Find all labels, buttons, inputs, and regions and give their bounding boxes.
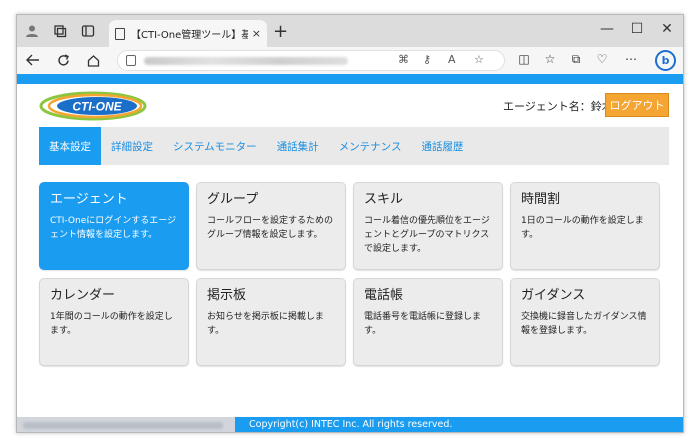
new-tab-button[interactable]: + <box>273 21 288 42</box>
card-title: ガイダンス <box>521 288 586 303</box>
card-description: 電話番号を電話帳に登録します。 <box>364 312 482 336</box>
profile-icon[interactable] <box>23 22 41 40</box>
workspaces-icon[interactable] <box>51 22 69 40</box>
status-bar-url-blurred <box>17 417 235 432</box>
maximize-button[interactable]: ☐ <box>622 21 652 37</box>
collections-icon[interactable]: ⧉ <box>567 52 585 67</box>
home-icon[interactable] <box>83 51 103 69</box>
top-accent-strip <box>17 74 683 84</box>
page-icon <box>115 27 125 40</box>
menu-item-basic-settings[interactable]: 基本設定 <box>39 127 101 165</box>
card-agent[interactable]: エージェント CTI-Oneにログインするエージェント情報を設定します。 <box>39 182 189 270</box>
card-guidance[interactable]: ガイダンス 交換機に録音したガイダンス情報を登録します。 <box>510 278 660 366</box>
card-description: お知らせを掲示板に掲載します。 <box>207 312 324 336</box>
browser-toolbar: ⌘ ⚷ A ☆ ◫ ☆ ⧉ ♡ ⋯ b <box>17 47 683 74</box>
read-aloud-icon[interactable]: A <box>448 53 456 66</box>
logout-button[interactable]: ログアウト <box>605 93 669 117</box>
minimize-button[interactable]: — <box>592 21 622 37</box>
back-icon[interactable] <box>23 51 43 69</box>
card-timetable[interactable]: 時間割 1日のコールの動作を設定します。 <box>510 182 660 270</box>
card-title: 掲示板 <box>207 288 247 303</box>
favorites-icon[interactable]: ☆ <box>541 52 559 66</box>
card-title: 時間割 <box>521 192 561 207</box>
browser-essentials-icon[interactable]: ♡ <box>593 52 611 66</box>
card-skill[interactable]: スキル コール着信の優先順位をエージェントとグループのマトリクスで設定します。 <box>353 182 503 270</box>
web-page: CTI-ONE エージェント名：鈴木 ログアウト 基本設定 詳細設定 システムモ… <box>17 74 683 432</box>
card-title: スキル <box>364 192 404 207</box>
more-menu-icon[interactable]: ⋯ <box>622 52 640 66</box>
reload-icon[interactable] <box>53 51 73 69</box>
tab-title: 【CTI-One管理ツール】基本設定 <box>131 30 248 41</box>
lock-icon[interactable] <box>126 55 136 66</box>
card-title: グループ <box>207 192 259 207</box>
menu-item-advanced-settings[interactable]: 詳細設定 <box>101 127 163 165</box>
card-group[interactable]: グループ コールフローを設定するためのグループ情報を設定します。 <box>196 182 346 270</box>
page-footer: Copyright(c) INTEC Inc. All rights reser… <box>17 417 683 432</box>
key-icon[interactable]: ⚷ <box>423 53 431 66</box>
browser-window: 【CTI-One管理ツール】基本設定 × + — ☐ ✕ ⌘ ⚷ A ☆ ◫ ☆… <box>16 14 684 433</box>
browser-tab-active[interactable]: 【CTI-One管理ツール】基本設定 × <box>109 20 267 47</box>
card-description: コール着信の優先順位をエージェントとグループのマトリクスで設定します。 <box>364 216 490 254</box>
close-window-button[interactable]: ✕ <box>652 21 682 37</box>
address-bar[interactable]: ⌘ ⚷ A ☆ <box>117 50 505 71</box>
menu-item-call-history[interactable]: 通話履歴 <box>411 127 473 165</box>
card-bulletin-board[interactable]: 掲示板 お知らせを掲示板に掲載します。 <box>196 278 346 366</box>
tab-close-icon[interactable]: × <box>252 27 261 40</box>
card-title: カレンダー <box>50 288 116 303</box>
logo-text: CTI-ONE <box>72 100 122 114</box>
card-calendar[interactable]: カレンダー 1年間のコールの動作を設定します。 <box>39 278 189 366</box>
tab-bar: 【CTI-One管理ツール】基本設定 × + — ☐ ✕ <box>17 15 683 47</box>
favorite-star-icon[interactable]: ☆ <box>474 53 484 66</box>
qr-code-icon[interactable]: ⌘ <box>398 53 409 66</box>
url-text-blurred <box>144 57 348 65</box>
card-description: コールフローを設定するためのグループ情報を設定します。 <box>207 216 334 240</box>
card-description: 1年間のコールの動作を設定します。 <box>50 312 173 336</box>
card-description: CTI-Oneにログインするエージェント情報を設定します。 <box>50 216 177 240</box>
copyright-text: Copyright(c) INTEC Inc. All rights reser… <box>249 419 453 430</box>
agent-name-label: エージェント名：鈴木 <box>503 100 613 113</box>
card-title: エージェント <box>50 192 128 207</box>
cti-one-logo: CTI-ONE <box>39 91 147 121</box>
menu-item-call-statistics[interactable]: 通話集計 <box>267 127 329 165</box>
split-screen-icon[interactable]: ◫ <box>515 52 533 66</box>
menu-item-maintenance[interactable]: メンテナンス <box>329 127 412 165</box>
card-description: 1日のコールの動作を設定します。 <box>521 216 644 240</box>
card-description: 交換機に録音したガイダンス情報を登録します。 <box>521 312 647 336</box>
tab-actions-icon[interactable] <box>79 22 97 40</box>
card-title: 電話帳 <box>364 288 404 303</box>
card-phonebook[interactable]: 電話帳 電話番号を電話帳に登録します。 <box>353 278 503 366</box>
main-menu: 基本設定 詳細設定 システムモニター 通話集計 メンテナンス 通話履歴 <box>39 127 669 165</box>
copilot-icon[interactable]: b <box>655 50 676 71</box>
menu-item-system-monitor[interactable]: システムモニター <box>163 127 267 165</box>
